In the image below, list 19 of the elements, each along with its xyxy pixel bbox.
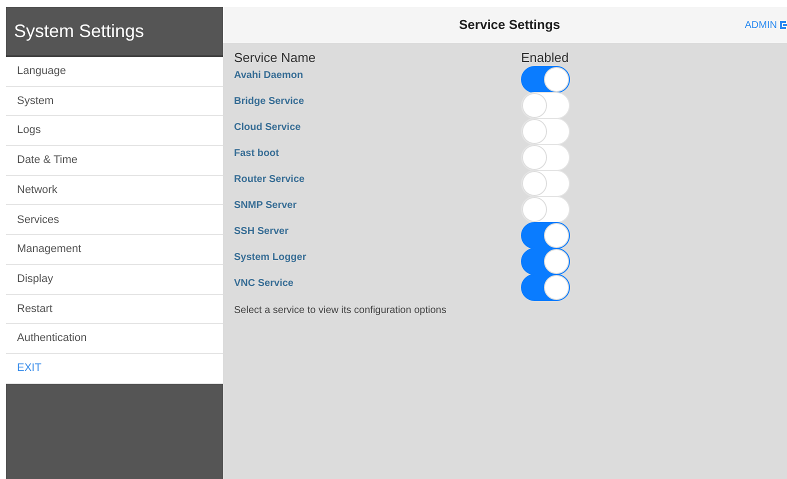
service-name[interactable]: SNMP Server	[234, 196, 521, 222]
service-name[interactable]: Avahi Daemon	[234, 66, 521, 92]
hint-text: Select a service to view its configuration options	[234, 304, 448, 318]
column-header: Service Name	[234, 49, 317, 68]
page-title: Service Settings	[459, 16, 560, 34]
service-name[interactable]: Router Service	[234, 170, 521, 196]
user-link[interactable]: ADMIN	[744, 18, 777, 32]
service-name[interactable]: SSH Server	[234, 222, 521, 248]
service-name[interactable]: VNC Service	[234, 274, 521, 300]
toggle-switch[interactable]	[521, 222, 570, 249]
service-name[interactable]: System Logger	[234, 248, 521, 274]
toggle-switch[interactable]	[521, 248, 570, 275]
toggle-switch[interactable]	[521, 274, 570, 301]
service-name[interactable]: Bridge Service	[234, 92, 521, 118]
service-name[interactable]: Cloud Service	[234, 118, 521, 144]
service-name[interactable]: Fast boot	[234, 144, 521, 170]
toggle-switch[interactable]	[521, 66, 570, 93]
column-header: Enabled	[521, 49, 569, 68]
logout-icon[interactable]	[779, 20, 787, 30]
